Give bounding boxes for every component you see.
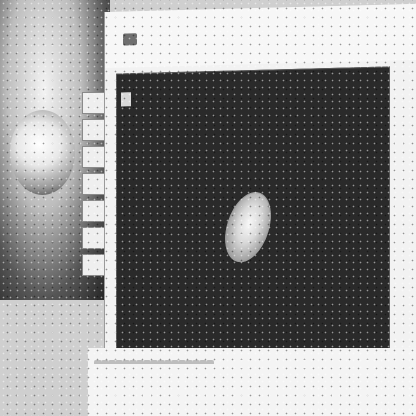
- slide-canvas[interactable]: [116, 66, 390, 362]
- screen: [0, 0, 416, 416]
- bottom-divider: [94, 360, 214, 364]
- slide-heading-line-2: [147, 88, 367, 94]
- cell-image: [216, 186, 280, 268]
- window-topbar: [105, 3, 416, 69]
- slide-heading: [147, 88, 367, 94]
- app-icon[interactable]: [123, 33, 137, 46]
- slide-corner-marker: [121, 92, 131, 107]
- slide-heading-line-1: [147, 88, 367, 94]
- bottom-panel: [88, 348, 416, 416]
